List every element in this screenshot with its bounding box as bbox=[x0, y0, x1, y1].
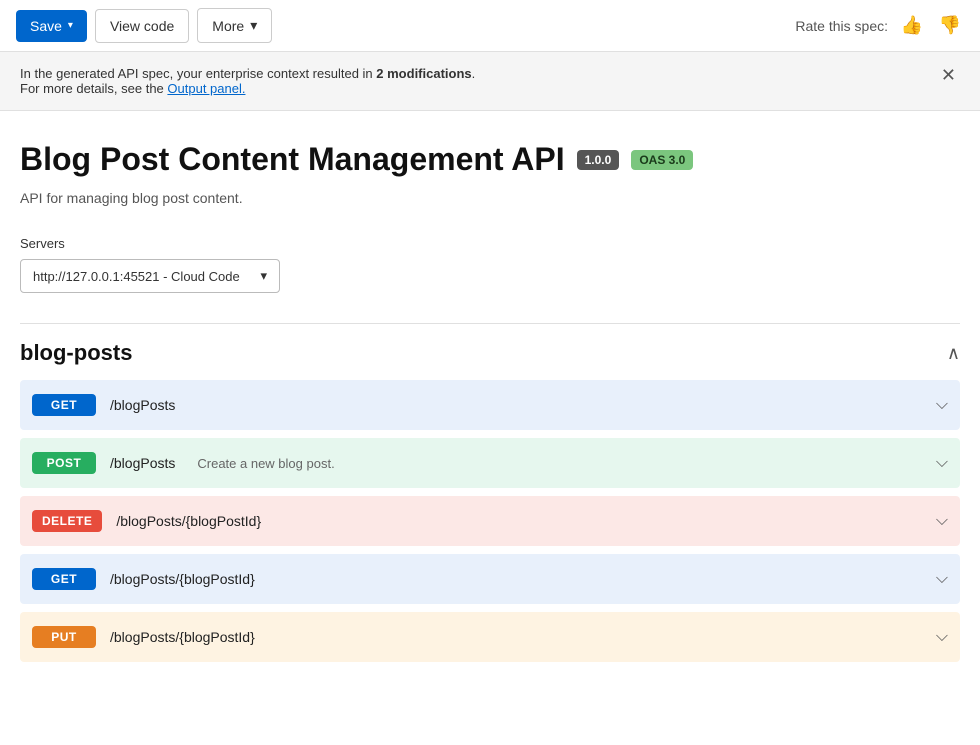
method-badge: POST bbox=[32, 452, 96, 474]
view-code-label: View code bbox=[110, 18, 174, 34]
api-group-blog-posts: blog-posts ∧ GET/blogPosts⌵POST/blogPost… bbox=[20, 324, 960, 662]
toolbar: Save ▾ View code More ▾ Rate this spec: … bbox=[0, 0, 980, 52]
thumbs-down-icon[interactable]: 👎 bbox=[936, 12, 964, 40]
api-group-header[interactable]: blog-posts ∧ bbox=[20, 324, 960, 380]
rate-section: Rate this spec: 👍 👎 bbox=[795, 12, 964, 40]
version-badge: 1.0.0 bbox=[577, 150, 620, 170]
endpoint-row[interactable]: GET/blogPosts ⌵ bbox=[20, 380, 960, 430]
api-title: Blog Post Content Management API bbox=[20, 141, 565, 178]
api-group-chevron-icon: ∧ bbox=[947, 343, 960, 364]
save-button[interactable]: Save ▾ bbox=[16, 10, 87, 42]
servers-section: Servers http://127.0.0.1:45521 - Cloud C… bbox=[20, 236, 960, 293]
notification-banner: In the generated API spec, your enterpri… bbox=[0, 52, 980, 111]
banner-close-button[interactable]: ✕ bbox=[937, 66, 960, 84]
modifications-count: 2 modifications bbox=[376, 66, 471, 81]
main-content: Blog Post Content Management API 1.0.0 O… bbox=[0, 111, 980, 690]
endpoints-list: GET/blogPosts ⌵ POST/blogPosts Create a new… bbox=[20, 380, 960, 662]
endpoint-row-left: POST/blogPosts Create a new blog post. bbox=[32, 452, 335, 474]
endpoint-row-left: PUT/blogPosts/{blogPostId} bbox=[32, 626, 255, 648]
api-title-row: Blog Post Content Management API 1.0.0 O… bbox=[20, 141, 960, 178]
banner-line2: For more details, see the Output panel. bbox=[20, 81, 245, 96]
rate-label: Rate this spec: bbox=[795, 18, 888, 34]
endpoint-chevron-icon: ⌵ bbox=[936, 512, 948, 530]
more-label: More bbox=[212, 18, 244, 34]
endpoint-path: /blogPosts/{blogPostId} bbox=[116, 513, 261, 529]
endpoint-row[interactable]: POST/blogPosts Create a new blog post. ⌵ bbox=[20, 438, 960, 488]
save-chevron-icon: ▾ bbox=[68, 20, 73, 31]
endpoint-path: /blogPosts bbox=[110, 397, 175, 413]
servers-label: Servers bbox=[20, 236, 960, 251]
save-label: Save bbox=[30, 18, 62, 34]
endpoint-description: Create a new blog post. bbox=[197, 456, 334, 471]
endpoint-row-left: GET/blogPosts bbox=[32, 394, 175, 416]
oas-badge: OAS 3.0 bbox=[631, 150, 693, 170]
output-panel-link[interactable]: Output panel. bbox=[167, 81, 245, 96]
endpoint-row[interactable]: DELETE/blogPosts/{blogPostId} ⌵ bbox=[20, 496, 960, 546]
view-code-button[interactable]: View code bbox=[95, 9, 189, 43]
api-description: API for managing blog post content. bbox=[20, 190, 960, 206]
method-badge: DELETE bbox=[32, 510, 102, 532]
endpoint-row-left: DELETE/blogPosts/{blogPostId} bbox=[32, 510, 261, 532]
endpoint-chevron-icon: ⌵ bbox=[936, 454, 948, 472]
banner-line1: In the generated API spec, your enterpri… bbox=[20, 66, 475, 81]
servers-dropdown-icon: ▾ bbox=[260, 268, 267, 284]
more-button[interactable]: More ▾ bbox=[197, 8, 272, 43]
endpoint-row[interactable]: PUT/blogPosts/{blogPostId} ⌵ bbox=[20, 612, 960, 662]
endpoint-chevron-icon: ⌵ bbox=[936, 396, 948, 414]
thumbs-up-icon[interactable]: 👍 bbox=[898, 12, 926, 40]
method-badge: GET bbox=[32, 394, 96, 416]
method-badge: GET bbox=[32, 568, 96, 590]
endpoint-path: /blogPosts bbox=[110, 455, 175, 471]
servers-selected-value: http://127.0.0.1:45521 - Cloud Code bbox=[33, 269, 240, 284]
endpoint-chevron-icon: ⌵ bbox=[936, 628, 948, 646]
endpoint-path: /blogPosts/{blogPostId} bbox=[110, 571, 255, 587]
endpoint-row-left: GET/blogPosts/{blogPostId} bbox=[32, 568, 255, 590]
servers-dropdown[interactable]: http://127.0.0.1:45521 - Cloud Code ▾ bbox=[20, 259, 280, 293]
more-chevron-icon: ▾ bbox=[250, 17, 257, 34]
endpoint-row[interactable]: GET/blogPosts/{blogPostId} ⌵ bbox=[20, 554, 960, 604]
api-group-title: blog-posts bbox=[20, 340, 132, 366]
method-badge: PUT bbox=[32, 626, 96, 648]
endpoint-chevron-icon: ⌵ bbox=[936, 570, 948, 588]
endpoint-path: /blogPosts/{blogPostId} bbox=[110, 629, 255, 645]
banner-text: In the generated API spec, your enterpri… bbox=[20, 66, 475, 96]
